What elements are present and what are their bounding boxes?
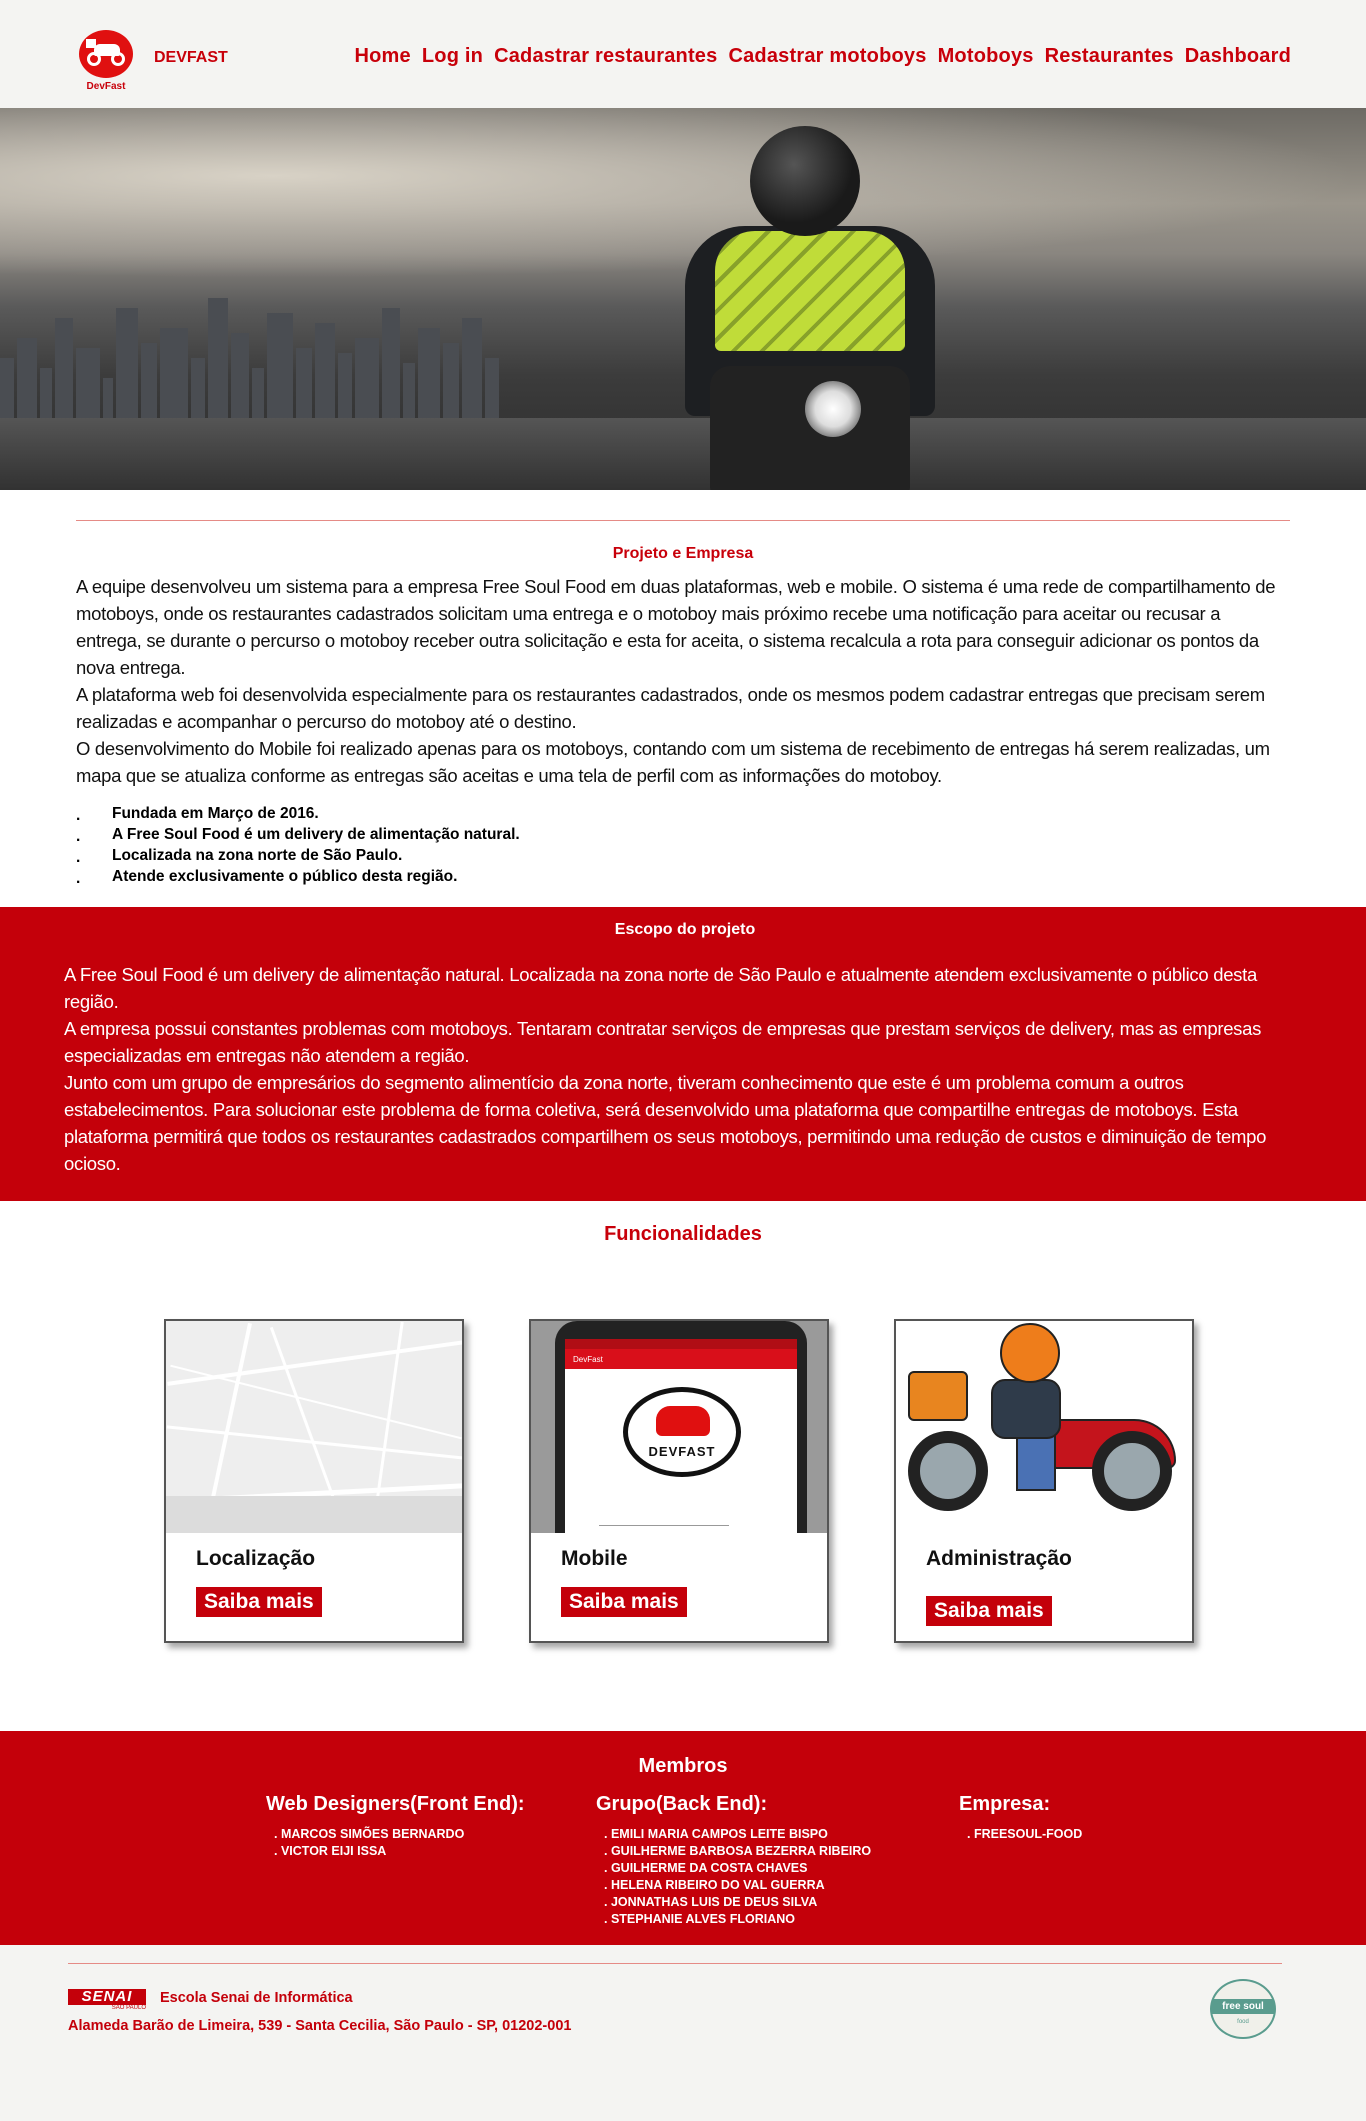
company-facts-list: Fundada em Março de 2016. A Free Soul Fo… (76, 803, 1290, 889)
member-name: STEPHANIE ALVES FLORIANO (596, 1911, 871, 1928)
group-heading: Web Designers(Front End): (266, 1793, 525, 1815)
feature-name: Localização (196, 1547, 316, 1570)
motoboy-rider-image (640, 116, 1020, 490)
member-name: GUILHERME DA COSTA CHAVES (596, 1860, 871, 1877)
project-title: Projeto e Empresa (612, 545, 754, 562)
free-soul-food-logo[interactable]: free soul food (1210, 1979, 1276, 2039)
nav-restaurants[interactable]: Restaurantes (1045, 45, 1174, 68)
footer-divider (68, 1963, 1282, 1964)
members-section: Membros Web Designers(Front End): MARCOS… (0, 1731, 1366, 1945)
feature-card-location: Localização Saiba mais (164, 1319, 464, 1643)
feature-card-mobile: DevFast DEVFAST Mobile Saiba mais (529, 1319, 829, 1643)
main-nav: Home Log in Cadastrar restaurantes Cadas… (355, 45, 1292, 68)
members-group-backend: Grupo(Back End): EMILI MARIA CAMPOS LEIT… (596, 1793, 871, 1928)
list-item: A Free Soul Food é um delivery de alimen… (76, 824, 1290, 847)
member-name: JONNATHAS LUIS DE DEUS SILVA (596, 1894, 871, 1911)
members-group-frontend: Web Designers(Front End): MARCOS SIMÕES … (266, 1793, 525, 1860)
scope-section: Escopo do projeto A Free Soul Food é um … (0, 907, 1366, 1201)
devfast-logo[interactable]: DevFast (76, 30, 136, 94)
site-footer: SENAI SÃO PAULO Escola Senai de Informát… (0, 1945, 1366, 2121)
project-paragraph: A plataforma web foi desenvolvida especi… (76, 684, 1265, 732)
nav-dashboard[interactable]: Dashboard (1185, 45, 1291, 68)
brand-name[interactable]: DEVFAST (154, 49, 228, 67)
member-name: FREESOUL-FOOD (959, 1826, 1082, 1843)
scope-paragraph: Junto com um grupo de empresários do seg… (64, 1072, 1267, 1174)
features-title: Funcionalidades (604, 1223, 762, 1245)
member-name: HELENA RIBEIRO DO VAL GUERRA (596, 1877, 871, 1894)
member-name: MARCOS SIMÕES BERNARDO (266, 1826, 525, 1843)
scope-description: A Free Soul Food é um delivery de alimen… (64, 961, 1306, 1177)
school-address: Alameda Barão de Limeira, 539 - Santa Ce… (68, 2018, 572, 2034)
nav-login[interactable]: Log in (422, 45, 483, 68)
logo-text: DevFast (86, 81, 126, 92)
feature-name: Administração (926, 1547, 1072, 1570)
group-heading: Empresa: (959, 1793, 1051, 1815)
scope-title: Escopo do projeto (614, 921, 756, 938)
senai-logo[interactable]: SENAI SÃO PAULO (68, 1989, 146, 2013)
scope-paragraph: A Free Soul Food é um delivery de alimen… (64, 964, 1257, 1012)
project-description: A equipe desenvolveu um sistema para a e… (76, 573, 1290, 789)
devfast-emblem-icon: DEVFAST (623, 1387, 741, 1477)
project-paragraph: O desenvolvimento do Mobile foi realizad… (76, 738, 1270, 786)
feature-name: Mobile (561, 1547, 628, 1570)
member-name: EMILI MARIA CAMPOS LEITE BISPO (596, 1826, 871, 1843)
map-image (166, 1321, 462, 1533)
feature-card-admin: Administração Saiba mais (894, 1319, 1194, 1643)
project-paragraph: A equipe desenvolveu um sistema para a e… (76, 576, 1276, 678)
features-section: Funcionalidades Localização Saiba mais D… (0, 1201, 1366, 1731)
learn-more-button[interactable]: Saiba mais (561, 1587, 687, 1617)
nav-register-restaurants[interactable]: Cadastrar restaurantes (494, 45, 717, 68)
section-divider (76, 520, 1290, 521)
project-section: Projeto e Empresa A equipe desenvolveu u… (0, 520, 1366, 889)
members-title: Membros (638, 1755, 728, 1777)
learn-more-button[interactable]: Saiba mais (196, 1587, 322, 1617)
hero-banner-image (0, 108, 1366, 490)
scope-paragraph: A empresa possui constantes problemas co… (64, 1018, 1262, 1066)
motorcycle-logo-icon (79, 30, 133, 78)
member-name: VICTOR EIJI ISSA (266, 1843, 525, 1860)
members-group-company: Empresa: FREESOUL-FOOD (959, 1793, 1082, 1843)
motorcycle-rider-image (896, 1321, 1192, 1533)
learn-more-button[interactable]: Saiba mais (926, 1596, 1052, 1626)
phone-app-image: DevFast DEVFAST (531, 1321, 827, 1533)
app-title: DevFast (565, 1349, 797, 1369)
group-heading: Grupo(Back End): (596, 1793, 768, 1815)
school-name: Escola Senai de Informática (160, 1990, 353, 2006)
member-name: GUILHERME BARBOSA BEZERRA RIBEIRO (596, 1843, 871, 1860)
app-brand: DEVFAST (648, 1444, 716, 1459)
list-item: Localizada na zona norte de São Paulo. (76, 845, 1290, 868)
nav-register-motoboys[interactable]: Cadastrar motoboys (728, 45, 926, 68)
nav-motoboys[interactable]: Motoboys (938, 45, 1034, 68)
city-skyline (0, 278, 700, 428)
list-item: Fundada em Março de 2016. (76, 803, 1290, 826)
list-item: Atende exclusivamente o público desta re… (76, 866, 1290, 889)
site-header: DevFast DEVFAST Home Log in Cadastrar re… (0, 0, 1366, 108)
nav-home[interactable]: Home (355, 45, 411, 68)
